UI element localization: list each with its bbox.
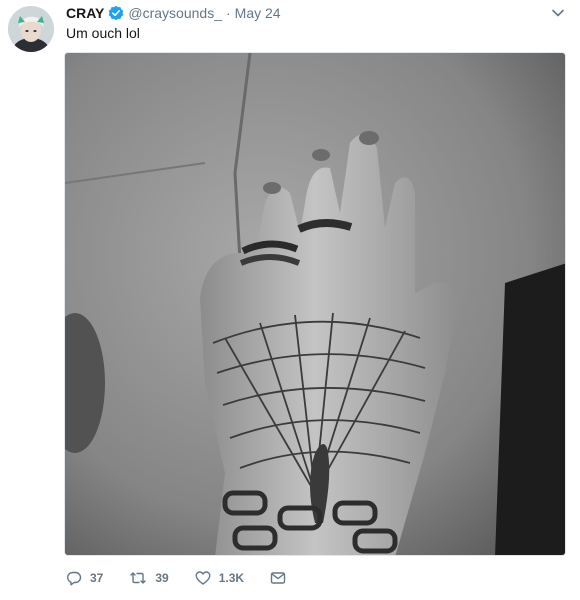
retweet-count: 39 xyxy=(155,571,169,585)
direct-message-button[interactable] xyxy=(270,570,294,586)
tweet-photo[interactable] xyxy=(64,52,566,556)
retweet-icon xyxy=(130,572,147,584)
avatar[interactable] xyxy=(8,6,54,52)
tweet-card[interactable]: CRAY @craysounds_ · May 24 Um ouch lol 3… xyxy=(0,0,580,600)
verified-badge-icon xyxy=(108,5,124,21)
display-name[interactable]: CRAY xyxy=(66,5,104,21)
like-count: 1.3K xyxy=(218,571,245,585)
reply-icon xyxy=(67,571,82,586)
heart-icon xyxy=(195,571,211,585)
envelope-icon xyxy=(270,572,286,584)
retweet-button[interactable]: 39 xyxy=(129,570,169,586)
tweet-text: Um ouch lol xyxy=(66,25,140,41)
chevron-down-icon[interactable] xyxy=(550,5,566,21)
tweet-header: CRAY @craysounds_ · May 24 xyxy=(66,4,566,22)
user-handle[interactable]: @craysounds_ xyxy=(128,5,222,21)
reply-button[interactable]: 37 xyxy=(66,570,103,586)
tweet-actions: 37 39 1.3K xyxy=(66,568,320,588)
reply-count: 37 xyxy=(90,571,104,585)
timestamp[interactable]: May 24 xyxy=(235,5,281,21)
separator-dot: · xyxy=(225,5,231,21)
like-button[interactable]: 1.3K xyxy=(195,570,244,586)
